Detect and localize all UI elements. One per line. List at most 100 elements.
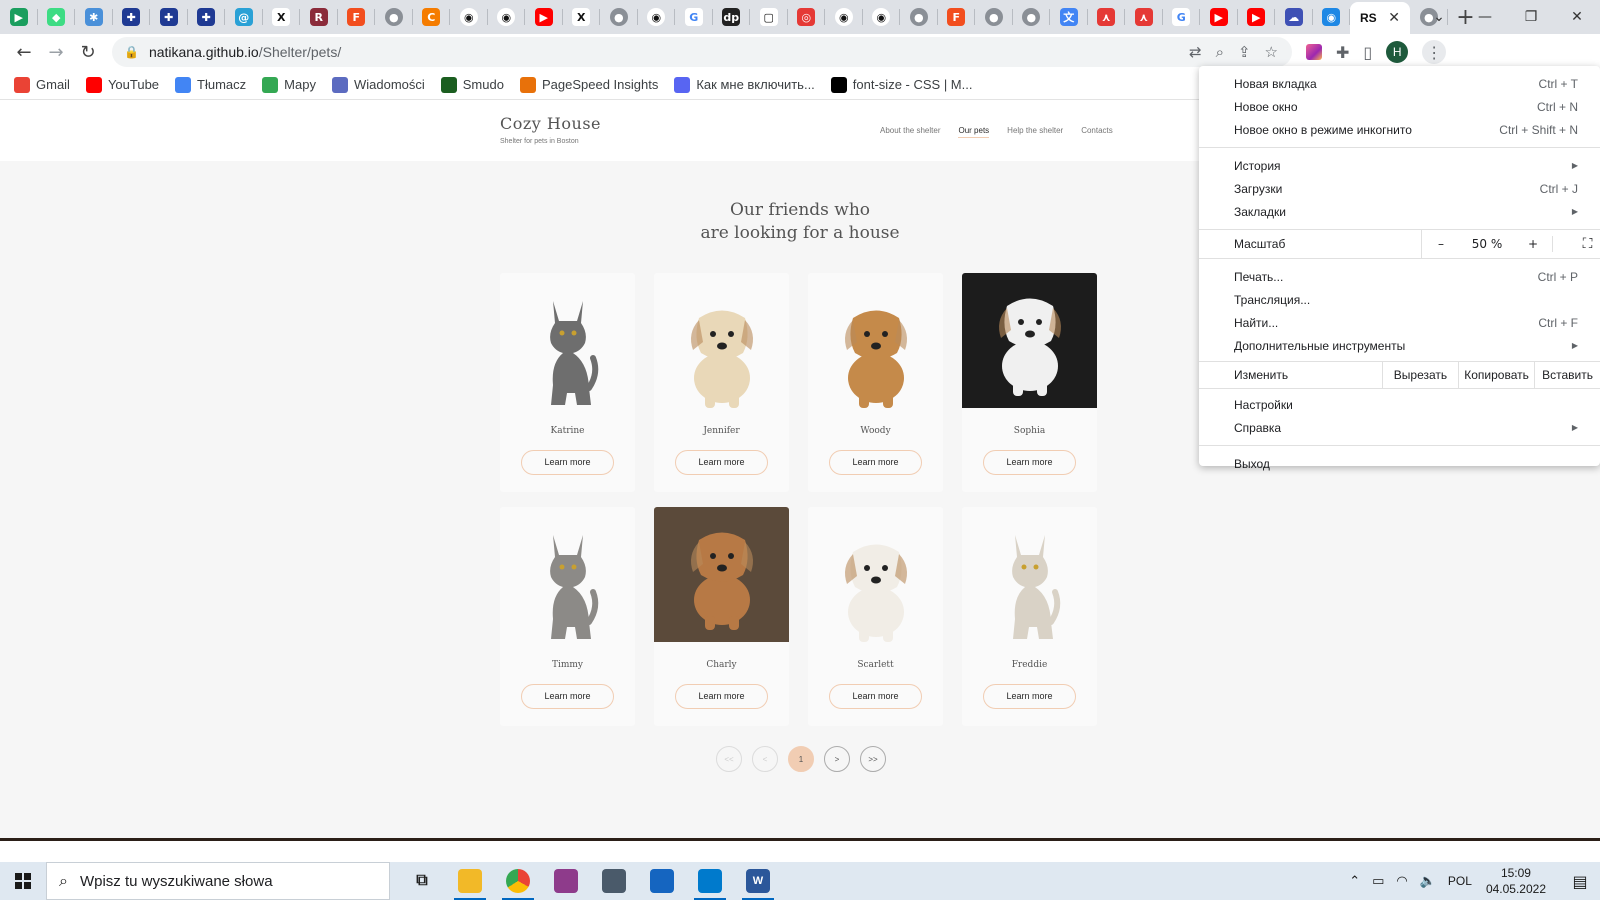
- fullscreen-icon[interactable]: ⛶: [1552, 236, 1600, 252]
- taskbar-app[interactable]: [542, 862, 590, 900]
- language-indicator[interactable]: POL: [1448, 874, 1472, 888]
- tab[interactable]: ◉: [1313, 0, 1351, 34]
- active-tab[interactable]: RS ✕: [1350, 2, 1410, 34]
- tab[interactable]: ✚: [113, 0, 151, 34]
- clock[interactable]: 15:09 04.05.2022: [1486, 865, 1546, 897]
- tab[interactable]: ▶: [0, 0, 38, 34]
- tab[interactable]: ◉: [488, 0, 526, 34]
- pet-card[interactable]: Charly Learn more: [654, 507, 789, 726]
- cut-button[interactable]: Вырезать: [1381, 361, 1458, 389]
- zoom-icon[interactable]: ⌕: [1216, 43, 1224, 61]
- tab[interactable]: ✚: [150, 0, 188, 34]
- taskbar-app[interactable]: ⧉: [398, 862, 446, 900]
- pet-card[interactable]: Katrine Learn more: [500, 273, 635, 492]
- copy-button[interactable]: Копировать: [1458, 361, 1534, 389]
- taskbar-search-input[interactable]: ⌕ Wpisz tu wyszukiwane słowa: [46, 862, 390, 900]
- bookmark-item[interactable]: Gmail: [14, 76, 70, 93]
- learn-more-button[interactable]: Learn more: [675, 684, 768, 709]
- bookmark-item[interactable]: YouTube: [85, 76, 159, 93]
- learn-more-button[interactable]: Learn more: [829, 684, 922, 709]
- pet-card[interactable]: Woody Learn more: [808, 273, 943, 492]
- profile-avatar[interactable]: H: [1386, 41, 1409, 63]
- bookmark-item[interactable]: Smudo: [440, 76, 504, 93]
- tab[interactable]: ●: [900, 0, 938, 34]
- show-hidden-icons-icon[interactable]: ⌃: [1349, 874, 1360, 889]
- menu-print[interactable]: Печать... Ctrl + P: [1199, 265, 1600, 288]
- learn-more-button[interactable]: Learn more: [521, 450, 614, 475]
- pet-card[interactable]: Freddie Learn more: [962, 507, 1097, 726]
- share-icon[interactable]: ⇪: [1238, 43, 1251, 61]
- logo-title[interactable]: Cozy House: [500, 114, 601, 133]
- tab[interactable]: ✱: [75, 0, 113, 34]
- translate-icon[interactable]: ⇄: [1189, 43, 1202, 61]
- tab[interactable]: 文: [1050, 0, 1088, 34]
- bookmark-item[interactable]: Wiadomości: [331, 76, 425, 93]
- nav-link[interactable]: Contacts: [1081, 126, 1113, 138]
- tab[interactable]: ◉: [450, 0, 488, 34]
- tab[interactable]: ●: [1013, 0, 1051, 34]
- pet-card[interactable]: Timmy Learn more: [500, 507, 635, 726]
- tab[interactable]: ☁: [1275, 0, 1313, 34]
- taskbar-app[interactable]: W: [734, 862, 782, 900]
- bookmark-item[interactable]: Tłumacz: [175, 76, 246, 93]
- menu-new-window[interactable]: Новое окно Ctrl + N: [1199, 95, 1600, 118]
- learn-more-button[interactable]: Learn more: [829, 450, 922, 475]
- tab[interactable]: ◉: [863, 0, 901, 34]
- speaker-muted-icon[interactable]: 🔈: [1420, 874, 1436, 889]
- reload-button[interactable]: ↻: [72, 36, 104, 68]
- start-button[interactable]: [0, 862, 46, 900]
- tab[interactable]: ◎: [788, 0, 826, 34]
- extensions-puzzle-icon[interactable]: ✚: [1336, 43, 1349, 62]
- wifi-icon[interactable]: ◠: [1396, 874, 1407, 889]
- taskbar-app[interactable]: [638, 862, 686, 900]
- nav-link[interactable]: Our pets: [958, 126, 990, 138]
- address-bar[interactable]: 🔒 natikana.github.io/Shelter/pets/ ⇄ ⌕ ⇪…: [112, 37, 1292, 67]
- tab[interactable]: ⋏: [1088, 0, 1126, 34]
- back-button[interactable]: ←: [8, 36, 40, 68]
- nav-link[interactable]: Help the shelter: [1007, 126, 1063, 138]
- tab[interactable]: ▶: [525, 0, 563, 34]
- menu-find[interactable]: Найти... Ctrl + F: [1199, 311, 1600, 334]
- nav-link[interactable]: About the shelter: [880, 126, 940, 138]
- bookmark-item[interactable]: Mapy: [262, 76, 316, 93]
- tab[interactable]: ⋏: [1125, 0, 1163, 34]
- bookmark-item[interactable]: PageSpeed Insights: [519, 76, 658, 93]
- current-page-button[interactable]: 1: [788, 746, 814, 772]
- bookmark-item[interactable]: font-size - CSS | M...: [830, 76, 972, 93]
- tab[interactable]: ●: [375, 0, 413, 34]
- menu-bookmarks[interactable]: Закладки ▶: [1199, 200, 1600, 223]
- tab[interactable]: C: [413, 0, 451, 34]
- tab[interactable]: ◉: [638, 0, 676, 34]
- tab[interactable]: X: [563, 0, 601, 34]
- zoom-out-button[interactable]: –: [1422, 237, 1460, 251]
- pagination-button[interactable]: <<: [716, 746, 742, 772]
- tab[interactable]: dp: [713, 0, 751, 34]
- restore-button[interactable]: ❐: [1508, 9, 1554, 25]
- minimize-button[interactable]: —: [1462, 9, 1508, 25]
- tab[interactable]: ▢: [750, 0, 788, 34]
- tab[interactable]: F: [938, 0, 976, 34]
- learn-more-button[interactable]: Learn more: [521, 684, 614, 709]
- menu-new-tab[interactable]: Новая вкладка Ctrl + T: [1199, 72, 1600, 95]
- pagination-button[interactable]: <: [752, 746, 778, 772]
- tab[interactable]: G: [1163, 0, 1201, 34]
- pet-card[interactable]: Sophia Learn more: [962, 273, 1097, 492]
- learn-more-button[interactable]: Learn more: [675, 450, 768, 475]
- forward-button[interactable]: →: [40, 36, 72, 68]
- tab[interactable]: G: [675, 0, 713, 34]
- taskbar-app[interactable]: [590, 862, 638, 900]
- tab[interactable]: ●: [600, 0, 638, 34]
- extension-icon[interactable]: [1306, 44, 1322, 60]
- pagination-button[interactable]: >: [824, 746, 850, 772]
- taskbar-app[interactable]: [494, 862, 542, 900]
- tab[interactable]: @: [225, 0, 263, 34]
- tab[interactable]: ●: [975, 0, 1013, 34]
- bookmark-item[interactable]: Как мне включить...: [674, 76, 815, 93]
- lock-icon[interactable]: 🔒: [124, 45, 139, 59]
- menu-history[interactable]: История ▶: [1199, 154, 1600, 177]
- tab[interactable]: ◆: [38, 0, 76, 34]
- bookmark-star-icon[interactable]: ☆: [1265, 43, 1278, 61]
- menu-settings[interactable]: Настройки: [1199, 393, 1600, 416]
- menu-incognito[interactable]: Новое окно в режиме инкогнито Ctrl + Shif…: [1199, 118, 1600, 141]
- tab[interactable]: R: [300, 0, 338, 34]
